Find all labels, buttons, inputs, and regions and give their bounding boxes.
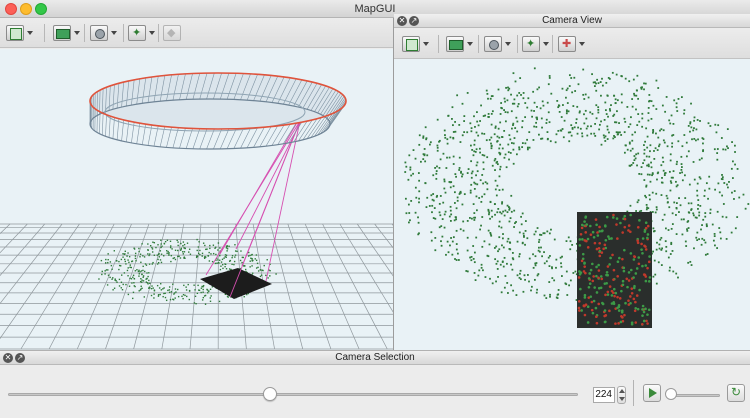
keyframe-view-icon [558,36,576,52]
camera-slider-track[interactable] [8,393,578,396]
camera-selection-header: ✕ ↗ Camera Selection [0,351,750,365]
camera-point-cloud [404,67,750,301]
camera-selection-dock: ✕ ↗ Camera Selection [0,350,750,418]
toolbar-separator [123,24,124,42]
camera-selection-title: Camera Selection [335,352,415,363]
chevron-down-icon [111,31,117,35]
frame-stepper[interactable] [617,386,626,404]
chevron-down-icon [543,42,549,46]
toolbar-separator [552,35,553,53]
points-view-icon [522,36,540,52]
play-button[interactable] [643,384,661,402]
toolbar-separator [84,24,85,42]
mesh-view-button[interactable] [163,23,193,43]
map-view-icon [53,25,71,41]
camera-view-title: Camera View [542,15,602,26]
camera-view-viewport[interactable] [394,59,750,350]
camera-camera-view-button[interactable] [484,34,514,54]
mapgui-window: MapGUI ✕ ↗ Camera View [0,0,750,418]
mesh-view-icon [163,25,181,41]
fit-view-button[interactable] [6,23,36,43]
map-view-button[interactable] [53,23,83,43]
camera-fit-view-button[interactable] [402,34,432,54]
camera-keyframe-view-button[interactable] [558,34,588,54]
camera-points-view-button[interactable] [522,34,552,54]
chevron-down-icon [505,42,511,46]
toolbar-separator [478,35,479,53]
toolbar-separator [517,35,518,53]
map-view-icon [446,36,464,52]
camera-map-view-button[interactable] [446,34,476,54]
map-point-cloud [98,238,277,305]
map-toolbar [0,18,393,48]
fit-view-icon [6,25,24,41]
frame-number-field[interactable]: 224 [593,387,615,403]
camera-view-icon [484,36,502,52]
toolbar-separator [44,24,45,42]
points-view-button[interactable] [128,23,158,43]
camera-view-header: ✕ ↗ Camera View [394,14,750,28]
chevron-down-icon [149,31,155,35]
fit-view-icon [402,36,420,52]
chevron-down-icon [467,42,473,46]
bottom-separator [633,380,634,406]
loop-button[interactable] [727,384,745,402]
chevron-down-icon [74,31,80,35]
camera-trajectory-ring [89,72,347,150]
toolbar-separator [158,24,159,42]
toolbar-separator [438,35,439,53]
map-3d-canvas[interactable] [0,49,393,350]
chevron-down-icon [27,31,33,35]
points-view-icon [128,25,146,41]
speed-slider-handle[interactable] [664,388,677,400]
ground-grid [0,223,393,350]
camera-view-icon [90,25,108,41]
camera-view-canvas[interactable] [394,59,750,350]
camera-view-button[interactable] [90,23,120,43]
chevron-down-icon [423,42,429,46]
map-3d-viewport[interactable] [0,49,393,350]
camera-toolbar [394,29,750,59]
chevron-down-icon [579,42,585,46]
